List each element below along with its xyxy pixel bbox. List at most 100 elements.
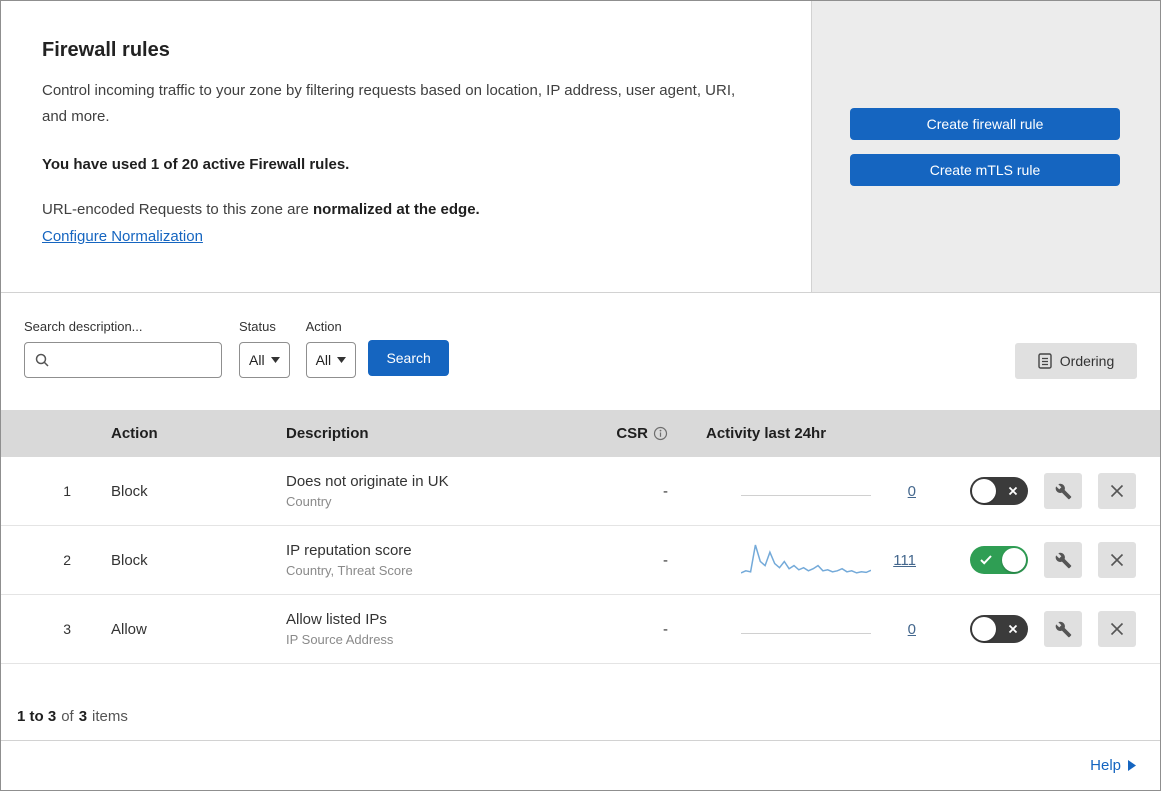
rule-action: Block: [111, 551, 148, 569]
actions-panel: Create firewall rule Create mTLS rule: [812, 1, 1160, 292]
table-row: 1 Block Does not originate in UK Country…: [1, 457, 1160, 526]
page-title: Firewall rules: [42, 39, 170, 61]
action-value: All: [315, 352, 332, 368]
normalization-bold-text: normalized at the edge.: [313, 201, 480, 218]
rule-priority: 1: [63, 483, 71, 499]
delete-rule-button[interactable]: [1098, 611, 1136, 647]
rule-description-cell: IP reputation score Country, Threat Scor…: [266, 542, 586, 578]
chevron-down-icon: [270, 357, 280, 363]
usage-summary: You have used 1 of 20 active Firewall ru…: [42, 156, 350, 173]
footer-of: of: [61, 708, 74, 725]
search-group: Search description...: [24, 319, 222, 410]
activity-count-link[interactable]: 0: [908, 621, 916, 638]
activity-sparkline: [740, 540, 872, 580]
rule-fields: Country, Threat Score: [286, 563, 413, 578]
status-label: Status: [239, 319, 276, 334]
rule-description-cell: Allow listed IPs IP Source Address: [266, 611, 586, 647]
col-csr: CSR: [586, 425, 686, 442]
delete-rule-button[interactable]: [1098, 542, 1136, 578]
table-row: 3 Allow Allow listed IPs IP Source Addre…: [1, 595, 1160, 664]
edit-rule-button[interactable]: [1044, 611, 1082, 647]
rule-action: Allow: [111, 620, 147, 638]
rule-csr-value: -: [663, 620, 668, 638]
rule-enabled-toggle[interactable]: [970, 615, 1028, 643]
rule-activity-cell: 0: [686, 471, 936, 511]
col-action: Action: [111, 425, 158, 442]
normalization-note: URL-encoded Requests to this zone are no…: [42, 201, 770, 218]
rule-description: Allow listed IPs: [286, 611, 387, 628]
arrow-right-icon: [1128, 759, 1136, 771]
rule-description: Does not originate in UK: [286, 473, 449, 490]
delete-rule-button[interactable]: [1098, 473, 1136, 509]
help-label: Help: [1090, 756, 1121, 774]
close-icon: [1110, 622, 1124, 636]
wrench-icon: [1055, 552, 1072, 569]
rule-description: IP reputation score: [286, 542, 412, 559]
footer-total: 3: [78, 708, 88, 725]
table-row: 2 Block IP reputation score Country, Thr…: [1, 526, 1160, 595]
firewall-rules-page: Firewall rules Control incoming traffic …: [0, 0, 1161, 791]
action-label: Action: [305, 319, 342, 334]
rule-controls: [936, 473, 1160, 509]
edit-rule-button[interactable]: [1044, 542, 1082, 578]
footer-range: 1 to 3: [17, 708, 57, 725]
table-footer: 1 to 3 of 3 items: [1, 664, 1160, 741]
action-group: Action All: [305, 319, 357, 410]
rule-activity-cell: 0: [686, 609, 936, 649]
create-mtls-rule-button[interactable]: Create mTLS rule: [850, 153, 1120, 186]
help-bar: Help: [1, 741, 1160, 789]
rule-priority: 2: [63, 552, 71, 568]
csr-header-label: CSR: [616, 425, 648, 442]
status-value: All: [249, 352, 265, 368]
x-icon: [1008, 486, 1018, 496]
filter-bar: Search description... Status All Action …: [1, 293, 1160, 410]
rule-priority: 3: [63, 621, 71, 637]
header-card: Firewall rules Control incoming traffic …: [1, 1, 812, 292]
ordering-button[interactable]: Ordering: [1015, 343, 1137, 379]
x-icon: [1008, 624, 1018, 634]
col-description: Description: [286, 425, 369, 442]
table-header-row: Action Description CSR Activity last 24h…: [1, 410, 1160, 457]
rule-enabled-toggle[interactable]: [970, 546, 1028, 574]
toggle-knob: [972, 479, 996, 503]
page-description: Control incoming traffic to your zone by…: [42, 82, 736, 125]
close-icon: [1110, 553, 1124, 567]
header-section: Firewall rules Control incoming traffic …: [1, 1, 1160, 293]
action-dropdown[interactable]: All: [305, 342, 357, 378]
create-firewall-rule-button[interactable]: Create firewall rule: [850, 107, 1120, 140]
normalization-text: URL-encoded Requests to this zone are: [42, 201, 313, 218]
edit-rule-button[interactable]: [1044, 473, 1082, 509]
activity-count-link[interactable]: 0: [908, 483, 916, 500]
check-icon: [980, 555, 992, 565]
rule-fields: Country: [286, 494, 332, 509]
search-icon: [34, 352, 50, 368]
status-group: Status All: [239, 319, 290, 410]
chevron-down-icon: [337, 357, 347, 363]
search-label: Search description...: [24, 319, 143, 334]
activity-sparkline: [741, 471, 871, 511]
status-dropdown[interactable]: All: [239, 342, 290, 378]
search-box: [24, 342, 222, 378]
rule-action: Block: [111, 482, 148, 500]
ordering-list-icon: [1038, 353, 1052, 369]
rule-activity-cell: 111: [686, 540, 936, 580]
rule-controls: [936, 542, 1160, 578]
close-icon: [1110, 484, 1124, 498]
activity-count-link[interactable]: 111: [893, 552, 916, 569]
activity-sparkline: [741, 609, 871, 649]
rule-enabled-toggle[interactable]: [970, 477, 1028, 505]
info-icon[interactable]: [653, 426, 668, 441]
configure-normalization-link[interactable]: Configure Normalization: [42, 228, 203, 245]
wrench-icon: [1055, 621, 1072, 638]
toggle-knob: [1002, 548, 1026, 572]
rule-csr-value: -: [663, 482, 668, 500]
search-button[interactable]: Search: [368, 340, 450, 376]
ordering-label: Ordering: [1059, 353, 1115, 369]
search-input[interactable]: [56, 352, 212, 368]
rule-fields: IP Source Address: [286, 632, 394, 647]
rule-controls: [936, 611, 1160, 647]
col-activity: Activity last 24hr: [706, 425, 827, 442]
help-link[interactable]: Help: [1090, 757, 1136, 774]
wrench-icon: [1055, 483, 1072, 500]
rule-csr-value: -: [663, 551, 668, 569]
